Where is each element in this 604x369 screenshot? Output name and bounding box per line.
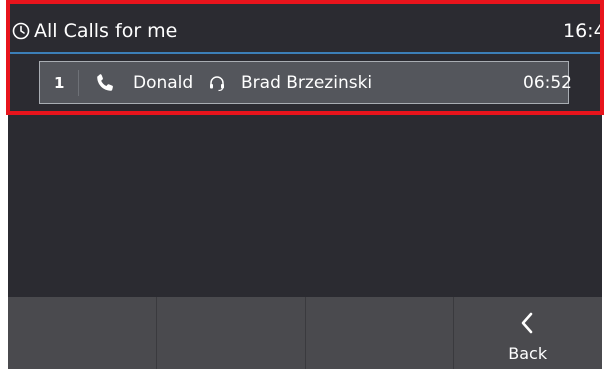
back-button[interactable]: Back <box>454 297 602 369</box>
chevron-left-icon <box>521 312 533 334</box>
headset-icon <box>210 76 224 92</box>
page-title: All Calls for me <box>34 20 178 42</box>
clock-icon <box>12 22 30 40</box>
softkey-3[interactable] <box>306 297 455 369</box>
call-duration: 06:52 <box>523 73 572 93</box>
clock-time: 16:49 <box>563 20 602 42</box>
title-bar: All Calls for me 16:49 <box>8 10 602 54</box>
call-row[interactable]: 1 Donald Brad Brzezinski 06:52 <box>39 61 572 104</box>
agent-name: Brad Brzezinski <box>241 73 373 93</box>
phone-icon <box>97 74 113 91</box>
softkey-2[interactable] <box>157 297 306 369</box>
softkey-1[interactable] <box>8 297 157 369</box>
softkey-bar: Back <box>8 297 602 369</box>
row-divider <box>78 70 79 96</box>
phone-screen: All Calls for me 16:49 1 Donald Brad Brz… <box>8 0 602 369</box>
line-number: 1 <box>54 74 65 92</box>
back-label: Back <box>508 344 548 363</box>
caller-name: Donald <box>133 73 194 93</box>
